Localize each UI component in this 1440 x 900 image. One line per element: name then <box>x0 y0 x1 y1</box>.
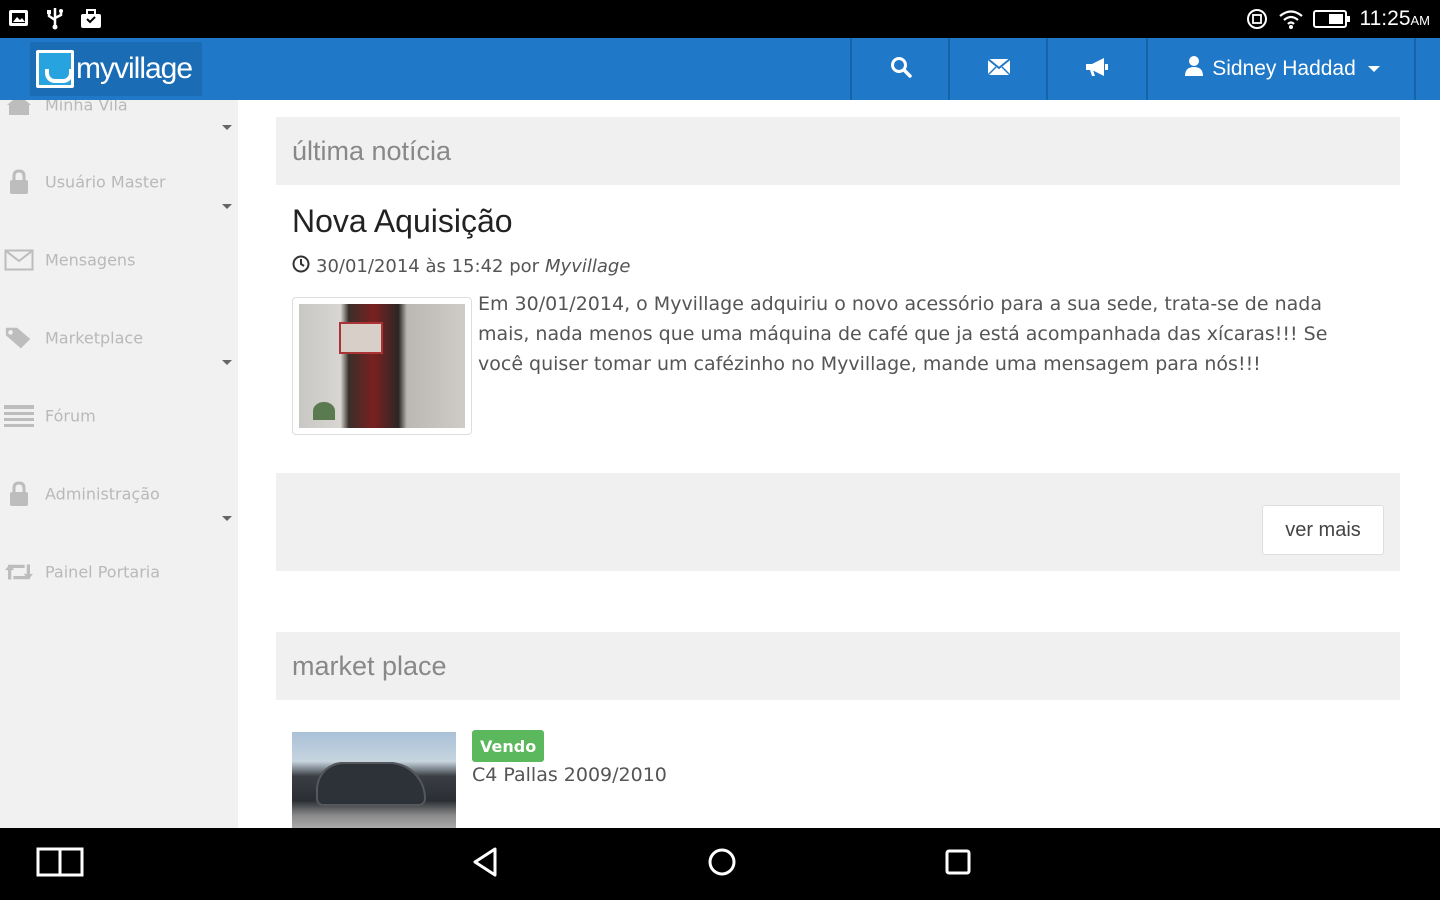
panel-footer: ver mais <box>276 473 1400 571</box>
envelope-icon <box>987 58 1011 80</box>
chevron-down-icon <box>1367 66 1380 72</box>
chevron-down-icon <box>222 204 232 209</box>
bag-icon <box>78 6 104 30</box>
marketplace-panel: market place Vendo C4 Pallas 2009/2010 <box>276 632 1400 828</box>
gallery-icon <box>6 6 32 30</box>
user-menu-button[interactable]: Sidney Haddad <box>1146 38 1416 100</box>
system-nav-bar <box>0 828 1440 900</box>
chevron-down-icon <box>222 360 232 365</box>
split-screen-button[interactable] <box>30 844 90 884</box>
split-screen-icon <box>36 847 84 881</box>
sync-icon <box>1244 7 1270 31</box>
sidebar-item-label: Usuário Master <box>45 172 166 192</box>
envelope-icon <box>4 246 34 274</box>
announcements-button[interactable] <box>1046 38 1146 100</box>
sidebar-item-minha-vila[interactable]: Minha Vila <box>0 100 238 140</box>
ver-mais-button[interactable]: ver mais <box>1262 505 1384 555</box>
battery-icon <box>1312 7 1352 31</box>
sidebar-item-mensagens[interactable]: Mensagens <box>0 225 238 295</box>
news-author: Myvillage <box>545 256 631 277</box>
home-button[interactable] <box>692 844 752 884</box>
status-badge: Vendo <box>472 730 545 762</box>
sidebar-item-painel-portaria[interactable]: Painel Portaria <box>0 537 238 607</box>
brand-name: myvillage <box>76 52 193 85</box>
user-icon <box>1184 55 1204 83</box>
chevron-down-icon <box>222 516 232 521</box>
sidebar-item-label: Fórum <box>45 406 96 426</box>
back-icon <box>471 846 501 882</box>
sidebar-item-label: Mensagens <box>45 250 136 270</box>
chevron-down-icon <box>222 125 232 130</box>
news-body: Em 30/01/2014, o Myvillage adquiriu o no… <box>478 293 1328 375</box>
search-icon <box>890 56 912 82</box>
list-icon <box>4 402 34 430</box>
news-date: 30/01/2014 às 15:42 por <box>316 256 540 277</box>
coffee-machine-photo <box>299 304 465 428</box>
panel-heading: última notícia <box>276 117 1400 185</box>
recents-button[interactable] <box>928 844 988 884</box>
lock-icon <box>4 168 34 196</box>
retweet-icon <box>4 558 34 586</box>
car-photo[interactable] <box>292 732 456 828</box>
user-name: Sidney Haddad <box>1212 57 1356 80</box>
latest-news-panel: última notícia Nova Aquisição 30/01/2014… <box>276 117 1400 571</box>
sidebar-item-label: Painel Portaria <box>45 562 161 582</box>
recents-icon <box>943 847 973 881</box>
search-button[interactable] <box>850 38 950 100</box>
listing-title[interactable]: C4 Pallas 2009/2010 <box>472 764 667 786</box>
sidebar-item-forum[interactable]: Fórum <box>0 381 238 451</box>
back-button[interactable] <box>456 844 516 884</box>
megaphone-icon <box>1084 56 1110 82</box>
clock: 11:25AM <box>1359 7 1431 30</box>
tags-icon <box>4 324 34 352</box>
sidebar: Minha Vila Usuário Master Mensagens Mark… <box>0 100 238 828</box>
wifi-icon <box>1278 7 1304 31</box>
top-navbar: myvillage Sidney Haddad <box>0 38 1440 100</box>
usb-icon <box>42 6 68 30</box>
logo-mark-icon <box>36 50 74 88</box>
sidebar-item-label: Administração <box>45 484 160 504</box>
brand-logo[interactable]: myvillage <box>30 42 202 96</box>
clock-icon <box>292 255 310 278</box>
home-circle-icon <box>706 846 738 882</box>
messages-button[interactable] <box>948 38 1048 100</box>
news-title: Nova Aquisição <box>292 203 513 239</box>
sidebar-item-marketplace[interactable]: Marketplace <box>0 303 238 373</box>
sidebar-item-usuario-master[interactable]: Usuário Master <box>0 147 238 217</box>
news-image[interactable] <box>292 297 472 435</box>
sidebar-item-label: Minha Vila <box>45 100 128 115</box>
panel-heading: market place <box>276 632 1400 700</box>
navbar-divider <box>1414 38 1440 100</box>
sidebar-item-administracao[interactable]: Administração <box>0 459 238 529</box>
sidebar-item-label: Marketplace <box>45 328 144 348</box>
news-meta: 30/01/2014 às 15:42 por Myvillage <box>292 255 630 278</box>
status-bar: 11:25AM <box>0 0 1440 38</box>
lock-icon <box>4 480 34 508</box>
home-icon <box>4 100 34 119</box>
